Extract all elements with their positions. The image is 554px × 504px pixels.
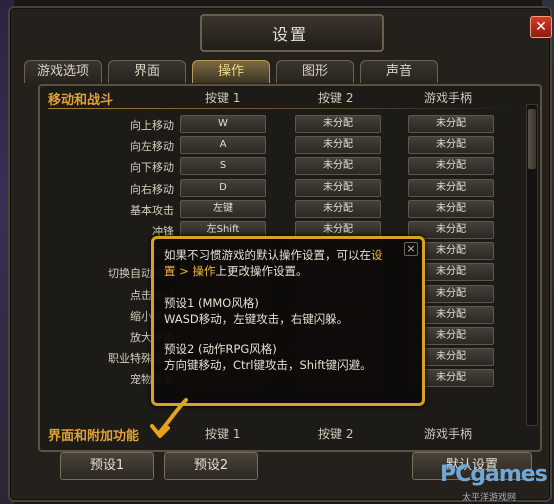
column-key1: 按键 1 (205, 427, 241, 441)
action-label: 向右移动 (130, 182, 174, 196)
watermark: PCgames 太平洋游戏网 (440, 462, 550, 503)
column-key2: 按键 2 (318, 91, 354, 105)
key-binding-button[interactable]: A (180, 136, 266, 155)
tab-graphics[interactable]: 图形 (276, 60, 354, 83)
preset2-desc: 方向键移动，Ctrl键攻击，Shift键闪避。 (164, 358, 372, 372)
section-title: 移动和战斗 (48, 93, 114, 108)
key-binding-button[interactable]: 未分配 (295, 199, 381, 218)
key-binding-button[interactable]: 未分配 (408, 115, 494, 133)
title-bar: 设置 (200, 14, 384, 52)
column-gamepad: 游戏手柄 (424, 427, 473, 441)
key-binding-button[interactable]: 未分配 (295, 178, 381, 197)
scrollbar[interactable] (526, 104, 538, 426)
action-label: 向下移动 (130, 161, 174, 175)
key-binding-button[interactable]: 未分配 (295, 115, 381, 133)
key-binding-button[interactable]: 未分配 (295, 136, 381, 155)
tooltip-link: 设 (371, 248, 383, 262)
action-label: 向上移动 (130, 119, 174, 132)
key-binding-button[interactable]: D (180, 178, 266, 197)
key-binding-button[interactable]: 未分配 (408, 136, 494, 155)
column-key2: 按键 2 (318, 427, 354, 441)
tab-interface[interactable]: 界面 (108, 60, 186, 83)
keybind-row: 基本攻击 左键 未分配 未分配 (40, 199, 520, 219)
key-binding-button[interactable]: 左键 (180, 199, 266, 218)
keybind-row: 向下移动 S 未分配 未分配 (40, 156, 520, 176)
tab-sound[interactable]: 声音 (360, 60, 438, 83)
preset1-button[interactable]: 预设1 (60, 452, 154, 480)
column-key1: 按键 1 (205, 91, 241, 105)
scrollbar-thumb[interactable] (528, 109, 536, 169)
keybind-row: 向左移动 A 未分配 未分配 (40, 135, 520, 155)
column-gamepad: 游戏手柄 (424, 91, 473, 105)
keybind-row: 向上移动 W 未分配 未分配 (40, 114, 520, 134)
key-binding-button[interactable]: 未分配 (408, 199, 494, 218)
tab-game-options[interactable]: 游戏选项 (24, 60, 102, 83)
preset1-title: 预设1 (MMO风格) (164, 296, 259, 310)
section-divider (48, 108, 518, 109)
section-header: 移动和战斗 按键 1 按键 2 游戏手柄 (40, 86, 520, 109)
key-binding-button[interactable]: 未分配 (295, 157, 381, 176)
key-binding-button[interactable]: S (180, 157, 266, 176)
section2-header: 界面和附加功能 按键 1 按键 2 游戏手柄 (40, 422, 520, 444)
tooltip-link: 置 > 操作 (164, 264, 216, 278)
close-icon[interactable]: ✕ (530, 16, 552, 38)
preset2-button[interactable]: 预设2 (164, 452, 258, 480)
preset2-title: 预设2 (动作RPG风格) (164, 342, 277, 356)
tooltip-line2: 置 > 操作上更改操作设置。 (164, 264, 308, 278)
key-binding-button[interactable]: 未分配 (408, 157, 494, 176)
section2-title: 界面和附加功能 (48, 429, 140, 444)
preset1-desc: WASD移动，左键攻击，右键闪躲。 (164, 312, 349, 326)
key-binding-button[interactable]: 未分配 (408, 178, 494, 197)
watermark-logo: PCgames (440, 462, 548, 487)
tooltip-line1: 如果不习惯游戏的默认操作设置，可以在设 (164, 248, 383, 262)
action-label: 向左移动 (130, 140, 174, 154)
arrow-pointer-icon (150, 398, 188, 438)
tooltip-popup: × 如果不习惯游戏的默认操作设置，可以在设 置 > 操作上更改操作设置。 预设1… (151, 236, 425, 406)
keybind-row: 向右移动 D 未分配 未分配 (40, 178, 520, 198)
tooltip-close-icon[interactable]: × (404, 242, 418, 256)
watermark-subtitle: 太平洋游戏网 (462, 493, 517, 503)
key-binding-button[interactable]: W (180, 115, 266, 133)
window-title: 设置 (271, 25, 308, 44)
tab-controls[interactable]: 操作 (192, 60, 270, 83)
action-label: 基本攻击 (130, 203, 174, 217)
